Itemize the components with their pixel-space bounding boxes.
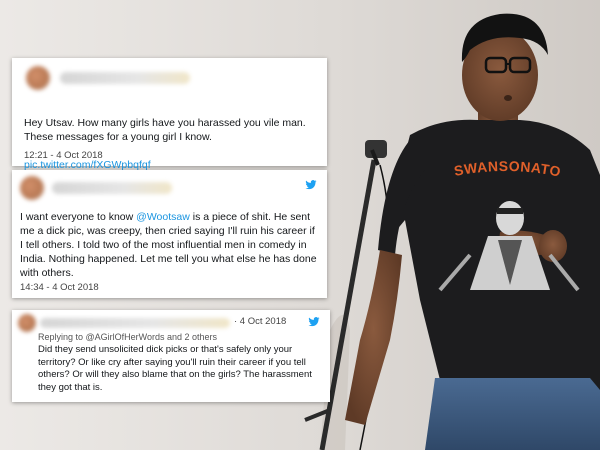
blurred-username [52, 182, 172, 194]
jeans [425, 378, 600, 450]
blurred-avatar [26, 66, 50, 90]
tweet-2-mention[interactable]: @Wootsaw [136, 211, 190, 223]
tweet-1-timestamp: 12:21 - 4 Oct 2018 [24, 150, 103, 161]
twitter-bird-icon[interactable] [308, 317, 320, 327]
tweet-card-2: I want everyone to know @Wootsaw is a pi… [12, 170, 327, 298]
tweet-card-3: · 4 Oct 2018 Replying to @AGirlOfHerWord… [12, 310, 330, 402]
tweet-2-timestamp: 14:34 - 4 Oct 2018 [20, 282, 99, 293]
tweet-2-text: I want everyone to know @Wootsaw is a pi… [20, 211, 317, 279]
photo-collage: SWANSONATOR Hey Utsav. How many girls [0, 0, 600, 450]
blurred-username [60, 72, 190, 84]
blurred-avatar [18, 314, 36, 332]
tweet-3-text: Did they send unsolicited dick picks or … [38, 344, 312, 393]
tweet-card-1: Hey Utsav. How many girls have you haras… [12, 58, 327, 171]
tweet-1-text: Hey Utsav. How many girls have you haras… [24, 117, 306, 143]
tweet-3-date: · 4 Oct 2018 [234, 316, 287, 327]
twitter-bird-icon[interactable] [305, 180, 317, 190]
blurred-username [40, 318, 230, 328]
blurred-avatar [20, 176, 44, 200]
replying-to-line: Replying to @AGirlOfHerWords and 2 other… [38, 332, 218, 342]
